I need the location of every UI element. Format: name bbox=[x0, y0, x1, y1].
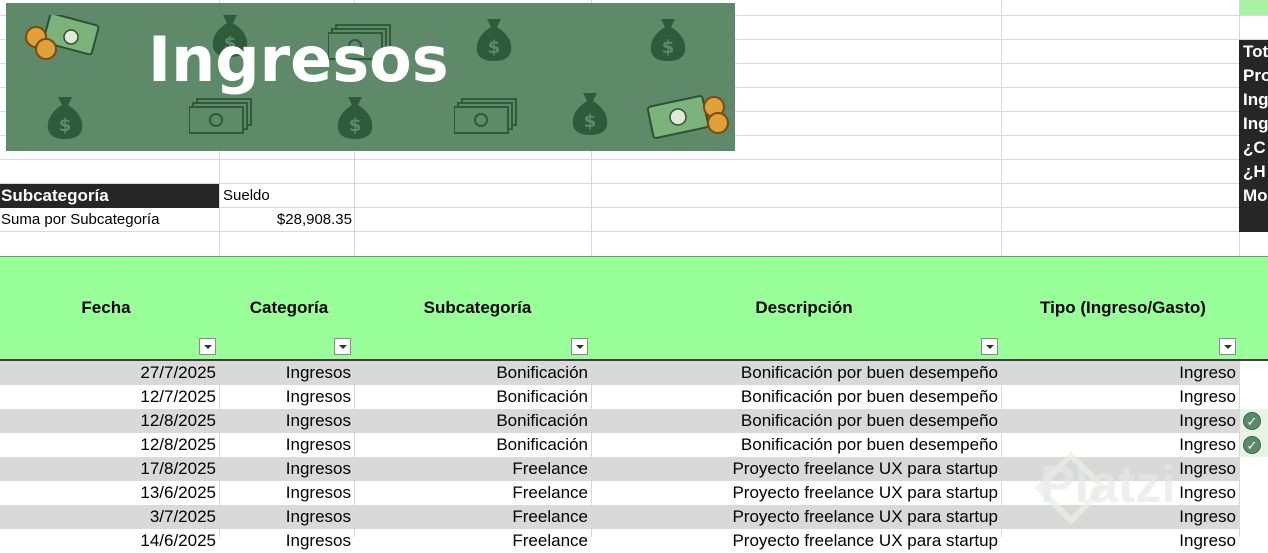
gridline bbox=[0, 231, 1268, 232]
filter-dropdown-button[interactable] bbox=[334, 338, 351, 355]
cell-subcategoria[interactable]: Freelance bbox=[354, 505, 588, 529]
svg-text:$: $ bbox=[584, 111, 597, 132]
green-cell bbox=[1240, 0, 1268, 15]
cell-categoria[interactable]: Ingresos bbox=[219, 505, 351, 529]
cell-descripcion[interactable]: Bonificación por buen desempeño bbox=[591, 385, 998, 409]
gridline bbox=[0, 159, 1268, 160]
money-bag-icon: $ bbox=[476, 19, 512, 61]
bills-icon bbox=[189, 98, 252, 134]
checkmark-cell: ✓ bbox=[1240, 433, 1268, 457]
cell-descripcion[interactable]: Proyecto freelance UX para startup bbox=[591, 529, 998, 553]
money-coins-icon bbox=[646, 95, 729, 139]
cell-tipo[interactable]: Ingreso bbox=[1001, 385, 1236, 409]
cell-descripcion[interactable]: Bonificación por buen desempeño bbox=[591, 361, 998, 385]
table-row[interactable]: 12/8/2025 Ingresos Bonificación Bonificació… bbox=[0, 409, 1240, 433]
cell-subcategoria[interactable]: Bonificación bbox=[354, 361, 588, 385]
cell-fecha[interactable]: 12/8/2025 bbox=[0, 409, 216, 433]
cell-fecha[interactable]: 27/7/2025 bbox=[0, 361, 216, 385]
check-circle-icon: ✓ bbox=[1243, 412, 1261, 430]
subcategory-label: Subcategoría bbox=[0, 184, 219, 208]
svg-text:$: $ bbox=[662, 37, 675, 58]
cell-categoria[interactable]: Ingresos bbox=[219, 433, 351, 457]
subcategory-value-cell[interactable]: Sueldo bbox=[223, 184, 270, 208]
cell-fecha[interactable]: 13/6/2025 bbox=[0, 481, 216, 505]
panel-line: Tot bbox=[1243, 42, 1268, 61]
filter-dropdown-button[interactable] bbox=[571, 338, 588, 355]
ingresos-banner: $ $ $ $ $ $ Ingresos bbox=[6, 3, 735, 151]
table-row[interactable]: 14/6/2025 Ingresos Freelance Proyecto freel… bbox=[0, 529, 1240, 553]
money-coins-icon bbox=[25, 15, 100, 60]
banner-title: Ingresos bbox=[148, 23, 449, 96]
check-circle-icon: ✓ bbox=[1243, 436, 1261, 454]
cell-tipo[interactable]: Ingreso bbox=[1001, 529, 1236, 553]
header-categoria: Categoría bbox=[249, 298, 329, 317]
cell-tipo[interactable]: Ingreso bbox=[1001, 409, 1236, 433]
sum-label: Suma por Subcategoría bbox=[1, 211, 160, 228]
svg-text:$: $ bbox=[488, 37, 501, 58]
platzi-watermark: Platzi bbox=[1040, 456, 1176, 514]
cell-fecha[interactable]: 12/7/2025 bbox=[0, 385, 216, 409]
filter-dropdown-button[interactable] bbox=[981, 338, 998, 355]
cell-subcategoria[interactable]: Freelance bbox=[354, 529, 588, 553]
panel-line: Mo bbox=[1243, 186, 1268, 205]
cell-descripcion[interactable]: Proyecto freelance UX para startup bbox=[591, 457, 998, 481]
cell-subcategoria[interactable]: Freelance bbox=[354, 457, 588, 481]
cell-tipo[interactable]: Ingreso bbox=[1001, 361, 1236, 385]
cell-fecha[interactable]: 17/8/2025 bbox=[0, 457, 216, 481]
table-row[interactable]: 12/8/2025 Ingresos Bonificación Bonificació… bbox=[0, 433, 1240, 457]
cell-subcategoria[interactable]: Bonificación bbox=[354, 385, 588, 409]
cell-subcategoria[interactable]: Freelance bbox=[354, 481, 588, 505]
cell-categoria[interactable]: Ingresos bbox=[219, 409, 351, 433]
cell-subcategoria[interactable]: Bonificación bbox=[354, 433, 588, 457]
cell-subcategoria[interactable]: Bonificación bbox=[354, 409, 588, 433]
table-row[interactable]: 12/7/2025 Ingresos Bonificación Bonificació… bbox=[0, 385, 1240, 409]
cell-fecha[interactable]: 3/7/2025 bbox=[0, 505, 216, 529]
checkmark-cell: ✓ bbox=[1240, 409, 1268, 433]
cell-categoria[interactable]: Ingresos bbox=[219, 481, 351, 505]
header-subcategoria: Subcategoría bbox=[423, 298, 532, 317]
cell-categoria[interactable]: Ingresos bbox=[219, 529, 351, 553]
filter-dropdown-button[interactable] bbox=[199, 338, 216, 355]
money-bag-icon: $ bbox=[650, 19, 686, 61]
panel-line: Pro bbox=[1243, 66, 1268, 85]
panel-line: ¿H bbox=[1243, 162, 1266, 181]
money-bag-icon: $ bbox=[572, 93, 608, 135]
panel-line: Ing bbox=[1243, 90, 1268, 109]
cell-fecha[interactable]: 12/8/2025 bbox=[0, 433, 216, 457]
cell-tipo[interactable]: Ingreso bbox=[1001, 433, 1236, 457]
sum-value: $28,908.35 bbox=[276, 211, 352, 228]
header-fecha: Fecha bbox=[81, 298, 131, 317]
cell-fecha[interactable]: 14/6/2025 bbox=[0, 529, 216, 553]
cell-descripcion[interactable]: Proyecto freelance UX para startup bbox=[591, 505, 998, 529]
svg-text:$: $ bbox=[59, 115, 72, 136]
panel-line: Ing bbox=[1243, 114, 1268, 133]
panel-line: ¿C bbox=[1243, 138, 1266, 157]
cell-descripcion[interactable]: Bonificación por buen desempeño bbox=[591, 433, 998, 457]
table-row[interactable]: 27/7/2025 Ingresos Bonificación Bonificació… bbox=[0, 361, 1240, 385]
cell-categoria[interactable]: Ingresos bbox=[219, 457, 351, 481]
summary-panel: Tot Pro Ing Ing ¿C ¿H Mo bbox=[1239, 40, 1268, 232]
bills-icon bbox=[454, 98, 517, 134]
cell-descripcion[interactable]: Bonificación por buen desempeño bbox=[591, 409, 998, 433]
filter-dropdown-button[interactable] bbox=[1219, 338, 1236, 355]
header-tipo: Tipo (Ingreso/Gasto) bbox=[1040, 298, 1206, 317]
money-bag-icon: $ bbox=[337, 97, 373, 139]
header-descripcion: Descripción bbox=[755, 298, 853, 317]
money-bag-icon: $ bbox=[47, 97, 83, 139]
cell-categoria[interactable]: Ingresos bbox=[219, 361, 351, 385]
cell-categoria[interactable]: Ingresos bbox=[219, 385, 351, 409]
cell-descripcion[interactable]: Proyecto freelance UX para startup bbox=[591, 481, 998, 505]
svg-text:$: $ bbox=[349, 115, 362, 136]
